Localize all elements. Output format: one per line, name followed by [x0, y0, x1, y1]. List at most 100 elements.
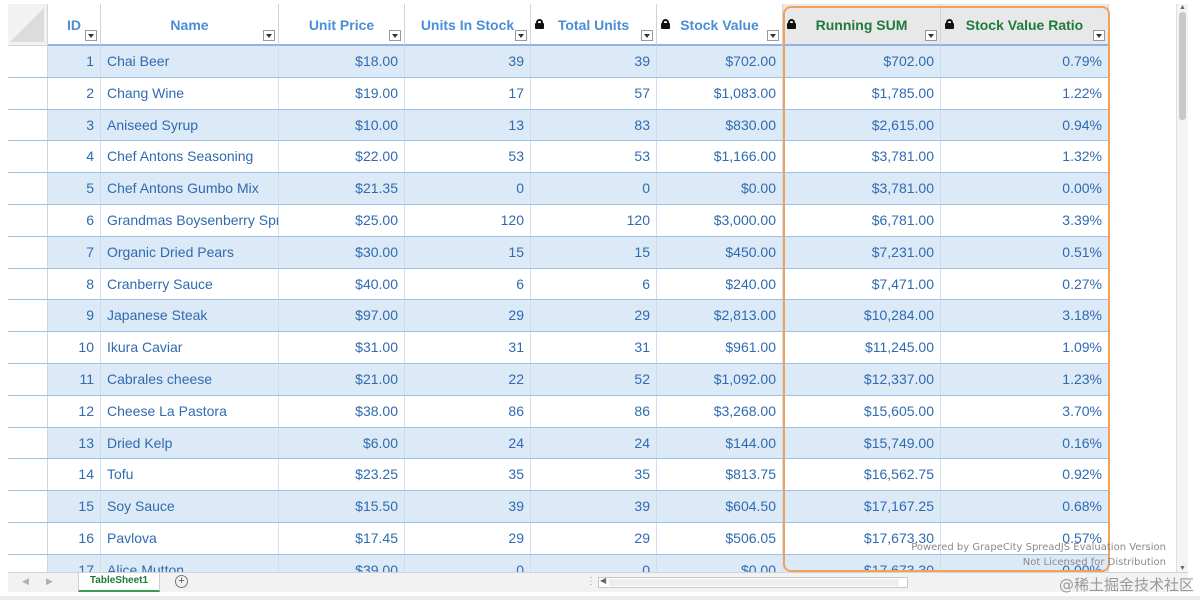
cell-name[interactable]: Cabrales cheese: [101, 363, 279, 395]
table-row[interactable]: 7 Organic Dried Pears $30.00 15 15 $450.00 $7,…: [8, 236, 1109, 269]
cell-name[interactable]: Alice Mutton: [101, 554, 279, 572]
cell-stock-value[interactable]: $813.75: [657, 459, 783, 491]
cell-stock-value[interactable]: $450.00: [657, 236, 783, 268]
cell-id[interactable]: 4: [48, 141, 101, 173]
filter-dropdown-icon[interactable]: [767, 30, 779, 41]
cell-stock-value[interactable]: $1,083.00: [657, 77, 783, 109]
row-header[interactable]: [8, 554, 48, 572]
cell-id[interactable]: 14: [48, 459, 101, 491]
cell-stock-value-ratio[interactable]: 0.27%: [941, 268, 1109, 300]
cell-running-sum[interactable]: $7,471.00: [783, 268, 941, 300]
tab-next-icon[interactable]: ▶: [46, 576, 53, 587]
cell-unit-price[interactable]: $18.00: [279, 46, 405, 77]
cell-total-units[interactable]: 6: [531, 268, 657, 300]
table-row[interactable]: 6 Grandmas Boysenberry Spr $25.00 120 120 $3,…: [8, 204, 1109, 237]
table-row[interactable]: 12 Cheese La Pastora $38.00 86 86 $3,268.00 $1…: [8, 395, 1109, 428]
cell-id[interactable]: 7: [48, 236, 101, 268]
cell-unit-price[interactable]: $39.00: [279, 554, 405, 572]
column-header-running-sum[interactable]: Running SUM: [783, 4, 941, 46]
cell-stock-value[interactable]: $604.50: [657, 491, 783, 522]
cell-stock-value[interactable]: $1,092.00: [657, 363, 783, 395]
cell-units-in-stock[interactable]: 35: [405, 459, 531, 491]
row-header[interactable]: [8, 109, 48, 141]
cell-stock-value[interactable]: $830.00: [657, 109, 783, 141]
filter-dropdown-icon[interactable]: [1093, 30, 1105, 41]
cell-unit-price[interactable]: $25.00: [279, 204, 405, 236]
add-sheet-icon[interactable]: +: [175, 575, 188, 588]
cell-name[interactable]: Cheese La Pastora: [101, 395, 279, 427]
cell-name[interactable]: Dried Kelp: [101, 427, 279, 459]
row-header[interactable]: [8, 427, 48, 459]
cell-unit-price[interactable]: $38.00: [279, 395, 405, 427]
table-row[interactable]: 14 Tofu $23.25 35 35 $813.75 $16,562.75 0.92%: [8, 459, 1109, 492]
cell-stock-value-ratio[interactable]: 0.79%: [941, 46, 1109, 77]
table-row[interactable]: 9 Japanese Steak $97.00 29 29 $2,813.00 $10,28…: [8, 300, 1109, 333]
cell-units-in-stock[interactable]: 17: [405, 77, 531, 109]
cell-id[interactable]: 6: [48, 204, 101, 236]
cell-total-units[interactable]: 57: [531, 77, 657, 109]
row-header[interactable]: [8, 491, 48, 522]
table-row[interactable]: 11 Cabrales cheese $21.00 22 52 $1,092.00 $12,…: [8, 363, 1109, 396]
cell-stock-value-ratio[interactable]: 1.22%: [941, 77, 1109, 109]
cell-unit-price[interactable]: $97.00: [279, 300, 405, 332]
cell-stock-value[interactable]: $702.00: [657, 46, 783, 77]
cell-total-units[interactable]: 53: [531, 141, 657, 173]
cell-name[interactable]: Aniseed Syrup: [101, 109, 279, 141]
filter-dropdown-icon[interactable]: [925, 30, 937, 41]
table-row[interactable]: 13 Dried Kelp $6.00 24 24 $144.00 $15,749.00 0.…: [8, 427, 1109, 460]
sheet-tab[interactable]: TableSheet1: [78, 573, 160, 592]
spreadsheet[interactable]: ID Name Unit Price Units In Stock Total Unit…: [0, 0, 1200, 600]
cell-unit-price[interactable]: $22.00: [279, 141, 405, 173]
cell-name[interactable]: Ikura Caviar: [101, 332, 279, 363]
cell-unit-price[interactable]: $21.00: [279, 363, 405, 395]
cell-name[interactable]: Cranberry Sauce: [101, 268, 279, 300]
cell-name[interactable]: Japanese Steak: [101, 300, 279, 332]
table-row[interactable]: 17 Alice Mutton $39.00 0 0 $0.00 $17,673.30 0.0…: [8, 554, 1109, 572]
table-row[interactable]: 1 Chai Beer $18.00 39 39 $702.00 $702.00 0.79%: [8, 46, 1109, 78]
cell-id[interactable]: 17: [48, 554, 101, 572]
cell-total-units[interactable]: 39: [531, 46, 657, 77]
cell-running-sum[interactable]: $11,245.00: [783, 332, 941, 363]
cell-units-in-stock[interactable]: 13: [405, 109, 531, 141]
row-header[interactable]: [8, 332, 48, 363]
cell-stock-value[interactable]: $961.00: [657, 332, 783, 363]
cell-running-sum[interactable]: $16,562.75: [783, 459, 941, 491]
cell-running-sum[interactable]: $15,749.00: [783, 427, 941, 459]
row-header[interactable]: [8, 77, 48, 109]
cell-total-units[interactable]: 24: [531, 427, 657, 459]
cell-running-sum[interactable]: $2,615.00: [783, 109, 941, 141]
cell-name[interactable]: Chang Wine: [101, 77, 279, 109]
cell-unit-price[interactable]: $31.00: [279, 332, 405, 363]
cell-unit-price[interactable]: $17.45: [279, 522, 405, 554]
cell-running-sum[interactable]: $7,231.00: [783, 236, 941, 268]
select-all-corner[interactable]: [8, 4, 48, 46]
row-header[interactable]: [8, 173, 48, 204]
cell-stock-value-ratio[interactable]: 1.09%: [941, 332, 1109, 363]
cell-stock-value[interactable]: $1,166.00: [657, 141, 783, 173]
cell-id[interactable]: 13: [48, 427, 101, 459]
cell-stock-value-ratio[interactable]: 3.70%: [941, 395, 1109, 427]
column-header-total-units[interactable]: Total Units: [531, 4, 657, 46]
cell-stock-value[interactable]: $3,268.00: [657, 395, 783, 427]
row-header[interactable]: [8, 204, 48, 236]
table-row[interactable]: 15 Soy Sauce $15.50 39 39 $604.50 $17,167.25 0.…: [8, 491, 1109, 523]
cell-stock-value-ratio[interactable]: 3.39%: [941, 204, 1109, 236]
cell-stock-value-ratio[interactable]: 0.00%: [941, 173, 1109, 204]
cell-unit-price[interactable]: $21.35: [279, 173, 405, 204]
cell-running-sum[interactable]: $15,605.00: [783, 395, 941, 427]
cell-stock-value[interactable]: $0.00: [657, 173, 783, 204]
column-header-name[interactable]: Name: [101, 4, 279, 46]
cell-unit-price[interactable]: $6.00: [279, 427, 405, 459]
cell-id[interactable]: 3: [48, 109, 101, 141]
column-header-id[interactable]: ID: [48, 4, 101, 46]
cell-units-in-stock[interactable]: 31: [405, 332, 531, 363]
cell-name[interactable]: Organic Dried Pears: [101, 236, 279, 268]
cell-units-in-stock[interactable]: 53: [405, 141, 531, 173]
cell-id[interactable]: 15: [48, 491, 101, 522]
cell-running-sum[interactable]: $17,673.30: [783, 554, 941, 572]
cell-stock-value-ratio[interactable]: 0.16%: [941, 427, 1109, 459]
cell-units-in-stock[interactable]: 15: [405, 236, 531, 268]
tab-prev-icon[interactable]: ◀: [22, 576, 29, 587]
cell-total-units[interactable]: 0: [531, 173, 657, 204]
cell-stock-value-ratio[interactable]: 0.92%: [941, 459, 1109, 491]
